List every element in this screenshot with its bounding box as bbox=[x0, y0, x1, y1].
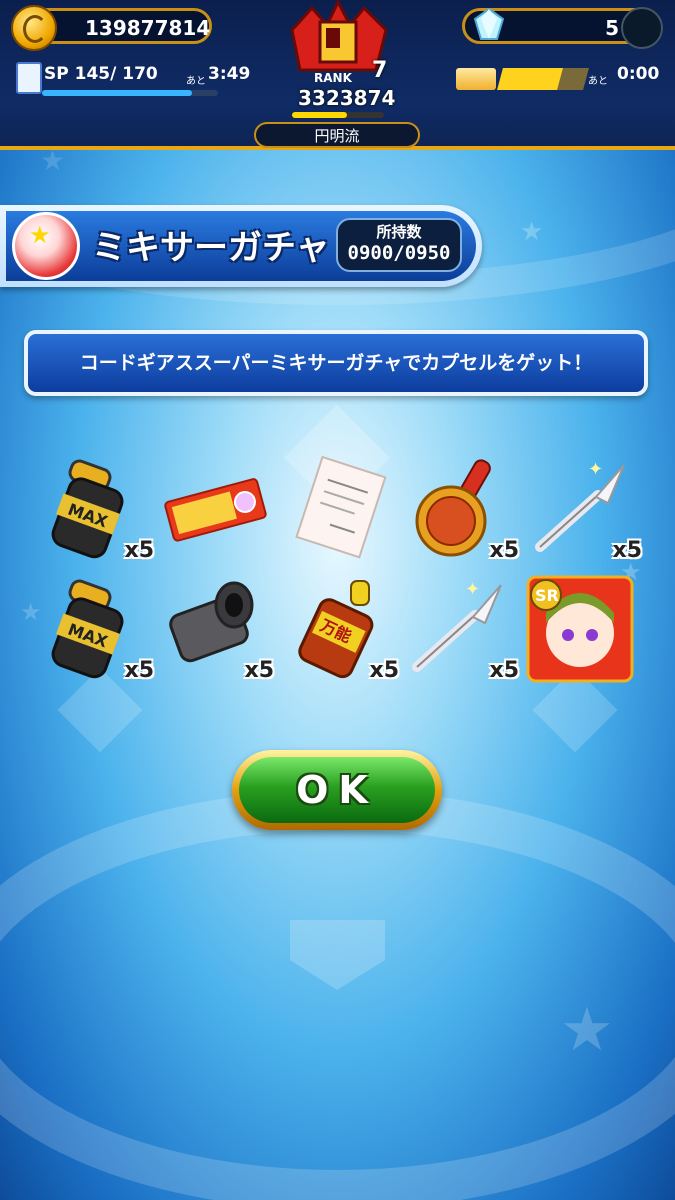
stamina-ticket-icon bbox=[456, 68, 496, 90]
capsule-icon: ★ bbox=[12, 212, 80, 280]
reward-item[interactable]: MAX x5 bbox=[40, 575, 154, 685]
ok-button-frame: OK bbox=[232, 750, 442, 830]
item-quantity: x5 bbox=[489, 538, 520, 563]
top-status-bar: 139877814 5 SP 145/ 170 あと 3:49 RANK 7 3… bbox=[0, 0, 675, 150]
item-quantity: x5 bbox=[489, 658, 520, 683]
item-quantity: x5 bbox=[612, 538, 643, 563]
svg-text:★: ★ bbox=[520, 217, 543, 247]
svg-text:SR: SR bbox=[535, 586, 559, 605]
reward-item[interactable]: ✦ x5 bbox=[405, 575, 519, 685]
document-icon bbox=[295, 455, 387, 559]
stamina-recovery-time: 0:00 bbox=[617, 64, 660, 84]
svg-text:✦: ✦ bbox=[465, 579, 480, 600]
page-title: ミキサーガチャ bbox=[92, 228, 330, 268]
diamond-icon bbox=[473, 7, 505, 40]
coin-icon bbox=[11, 5, 57, 51]
reward-item[interactable]: SR bbox=[524, 573, 634, 683]
owned-value: 0900/0950 bbox=[347, 242, 451, 264]
gem-counter[interactable]: 5 bbox=[462, 7, 663, 49]
reward-item[interactable] bbox=[160, 455, 270, 565]
rank-progress-bar bbox=[292, 112, 384, 118]
sp-gauge bbox=[42, 90, 218, 96]
svg-text:✦: ✦ bbox=[588, 459, 603, 480]
owned-label: 所持数 bbox=[376, 223, 422, 241]
reward-item[interactable]: MAX x5 bbox=[40, 455, 154, 565]
ok-button[interactable]: OK bbox=[239, 757, 435, 823]
reward-item[interactable] bbox=[285, 455, 395, 565]
reward-item[interactable]: ✦ x5 bbox=[528, 455, 642, 565]
reward-item[interactable]: x5 bbox=[160, 575, 274, 685]
sp-recovery-time: 3:49 bbox=[208, 64, 251, 84]
gem-shop-button[interactable] bbox=[621, 7, 663, 49]
item-quantity: x5 bbox=[124, 658, 155, 683]
item-quantity: x5 bbox=[369, 658, 400, 683]
sp-readout: SP 145/ 170 bbox=[44, 64, 158, 84]
stamina-ato-label: あと bbox=[588, 76, 608, 87]
guild-name[interactable]: 円明流 bbox=[254, 122, 420, 148]
gem-amount: 5 bbox=[605, 16, 619, 40]
coin-amount: 139877814 bbox=[85, 16, 211, 40]
owned-count-box: 所持数 0900/0950 bbox=[336, 218, 462, 272]
result-message: コードギアススーパーミキサーガチャでカプセルをゲット！ bbox=[24, 330, 648, 396]
item-quantity: x5 bbox=[244, 658, 275, 683]
rank-label: RANK bbox=[314, 71, 353, 85]
sr-character-card-icon: SR bbox=[526, 575, 634, 683]
reward-item[interactable]: x5 bbox=[405, 455, 519, 565]
sp-ato-label: あと bbox=[186, 76, 206, 87]
ticket-icon bbox=[164, 478, 267, 542]
svg-text:★: ★ bbox=[560, 995, 614, 1065]
coin-counter[interactable]: 139877814 bbox=[11, 5, 212, 51]
sp-icon bbox=[16, 62, 42, 94]
item-quantity: x5 bbox=[124, 538, 155, 563]
svg-text:★: ★ bbox=[20, 598, 42, 626]
rank-number: 7 bbox=[372, 58, 388, 83]
rank-score: 3323874 bbox=[298, 86, 396, 110]
reward-item[interactable]: 万能 x5 bbox=[285, 575, 399, 685]
